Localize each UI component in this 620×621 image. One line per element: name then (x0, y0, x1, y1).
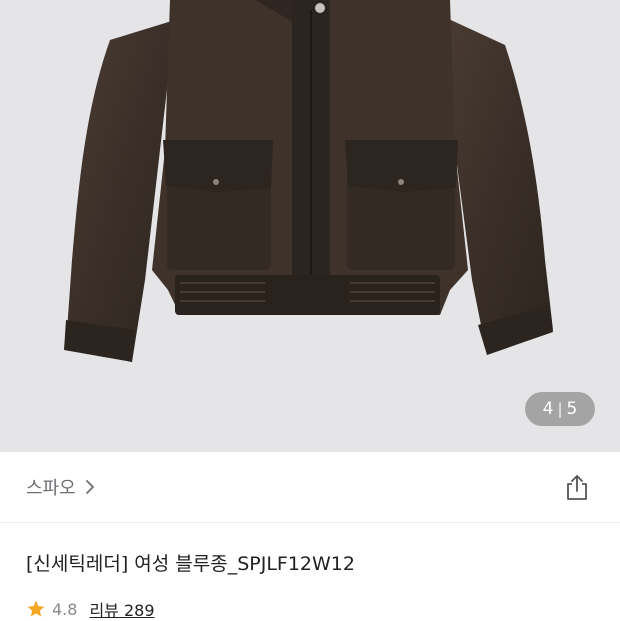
star-icon (27, 600, 45, 617)
share-button[interactable] (563, 473, 591, 501)
product-image-leather-jacket (64, 0, 553, 362)
chevron-right-icon (85, 480, 94, 494)
image-counter-separator: | (557, 400, 563, 418)
image-counter: 4 | 5 (525, 392, 595, 426)
product-image-gallery[interactable]: 4 | 5 (0, 0, 620, 452)
brand-link[interactable]: 스파오 (26, 474, 96, 500)
product-title: [신세틱레더] 여성 블루종_SPJLF12W12 (26, 553, 355, 575)
review-count-link[interactable]: 리뷰 289 (89, 597, 154, 621)
image-counter-total: 5 (566, 399, 578, 419)
brand-name: 스파오 (26, 478, 76, 499)
rating-value: 4.8 (52, 599, 78, 619)
rating-row: 4.8 리뷰 289 (26, 597, 155, 621)
brand-row: 스파오 (0, 452, 620, 523)
share-icon (567, 475, 587, 500)
image-counter-current: 4 (542, 399, 554, 419)
